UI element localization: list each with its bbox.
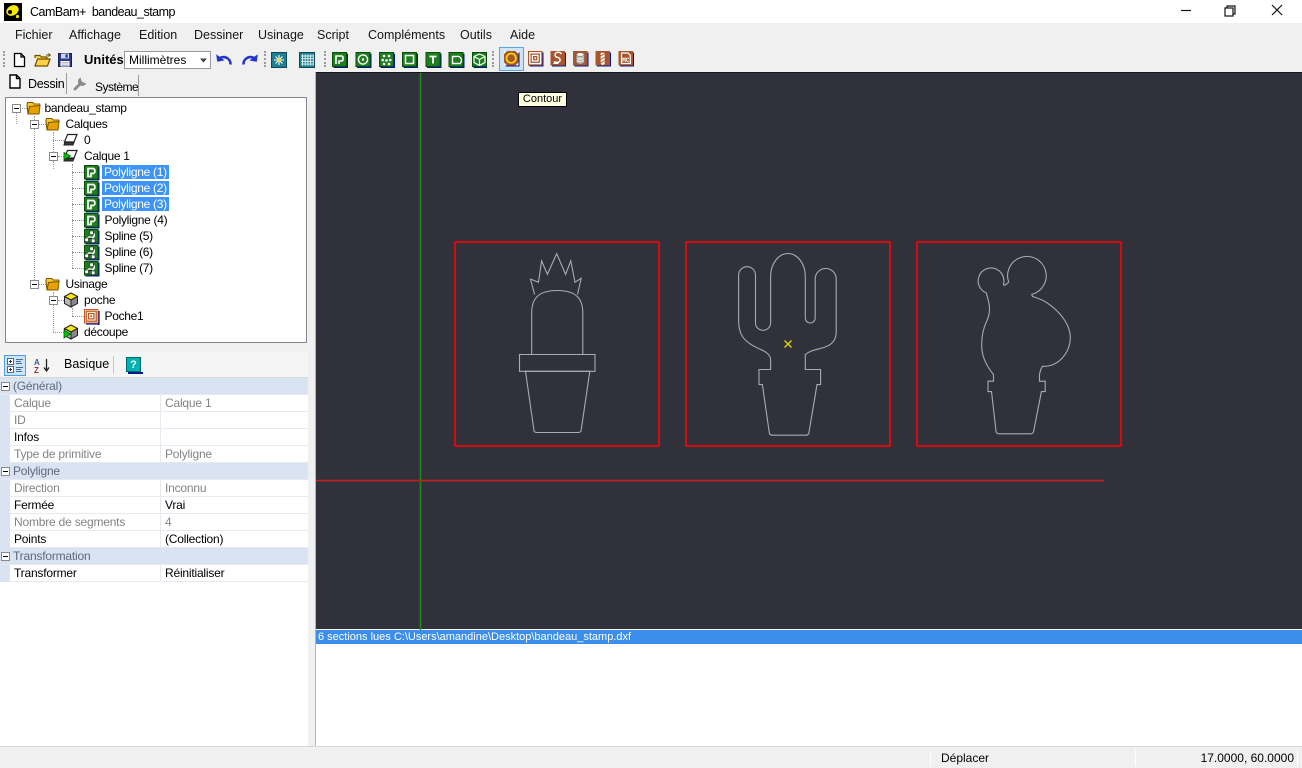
svg-text:Z: Z	[34, 366, 39, 374]
svg-text:MC: MC	[622, 57, 630, 64]
